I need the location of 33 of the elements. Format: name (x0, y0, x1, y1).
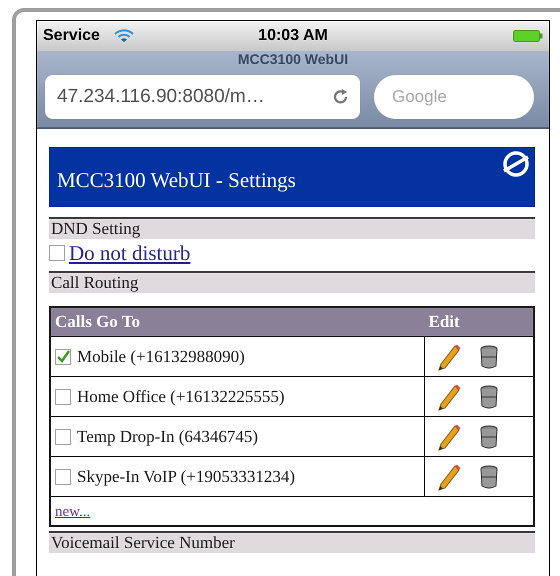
pencil-icon[interactable] (437, 462, 461, 490)
section-heading: Voicemail Service Number (49, 531, 535, 553)
checkbox[interactable] (55, 388, 71, 404)
destination-label: Mobile (+16132988090) (77, 346, 245, 366)
address-field[interactable]: 47.234.116.90:8080/m… (45, 75, 360, 119)
section-heading: DND Setting (49, 217, 535, 239)
search-field[interactable]: Google (374, 75, 534, 119)
column-header: Calls Go To (50, 307, 424, 336)
wifi-icon (114, 29, 134, 43)
pencil-icon[interactable] (437, 422, 461, 450)
battery-icon (513, 30, 543, 42)
trash-icon[interactable] (479, 464, 499, 488)
pencil-icon[interactable] (437, 382, 461, 410)
section-heading: Call Routing (49, 271, 535, 293)
reload-icon[interactable] (332, 88, 350, 106)
destination-label: Skype-In VoIP (+19053331234) (77, 466, 295, 486)
do-not-disturb-link[interactable]: Do not disturb (69, 240, 190, 266)
checkbox[interactable] (55, 468, 71, 484)
clock-time: 10:03 AM (258, 27, 328, 45)
header-title: MCC3100 WebUI - Settings (57, 168, 296, 194)
trash-icon[interactable] (479, 384, 499, 408)
page-title: MCC3100 WebUI (236, 51, 350, 69)
checkbox[interactable] (49, 245, 65, 261)
checkbox[interactable] (55, 348, 71, 364)
checkbox[interactable] (55, 428, 71, 444)
new-link[interactable]: new... (55, 504, 90, 520)
trash-icon[interactable] (479, 344, 499, 368)
destination-label: Home Office (+16132225555) (77, 386, 285, 406)
column-header: Edit (424, 307, 534, 336)
destination-label: Temp Drop-In (64346745) (77, 426, 258, 446)
pencil-icon[interactable] (437, 342, 461, 370)
carrier-label: Service (43, 27, 100, 45)
trash-icon[interactable] (479, 424, 499, 448)
